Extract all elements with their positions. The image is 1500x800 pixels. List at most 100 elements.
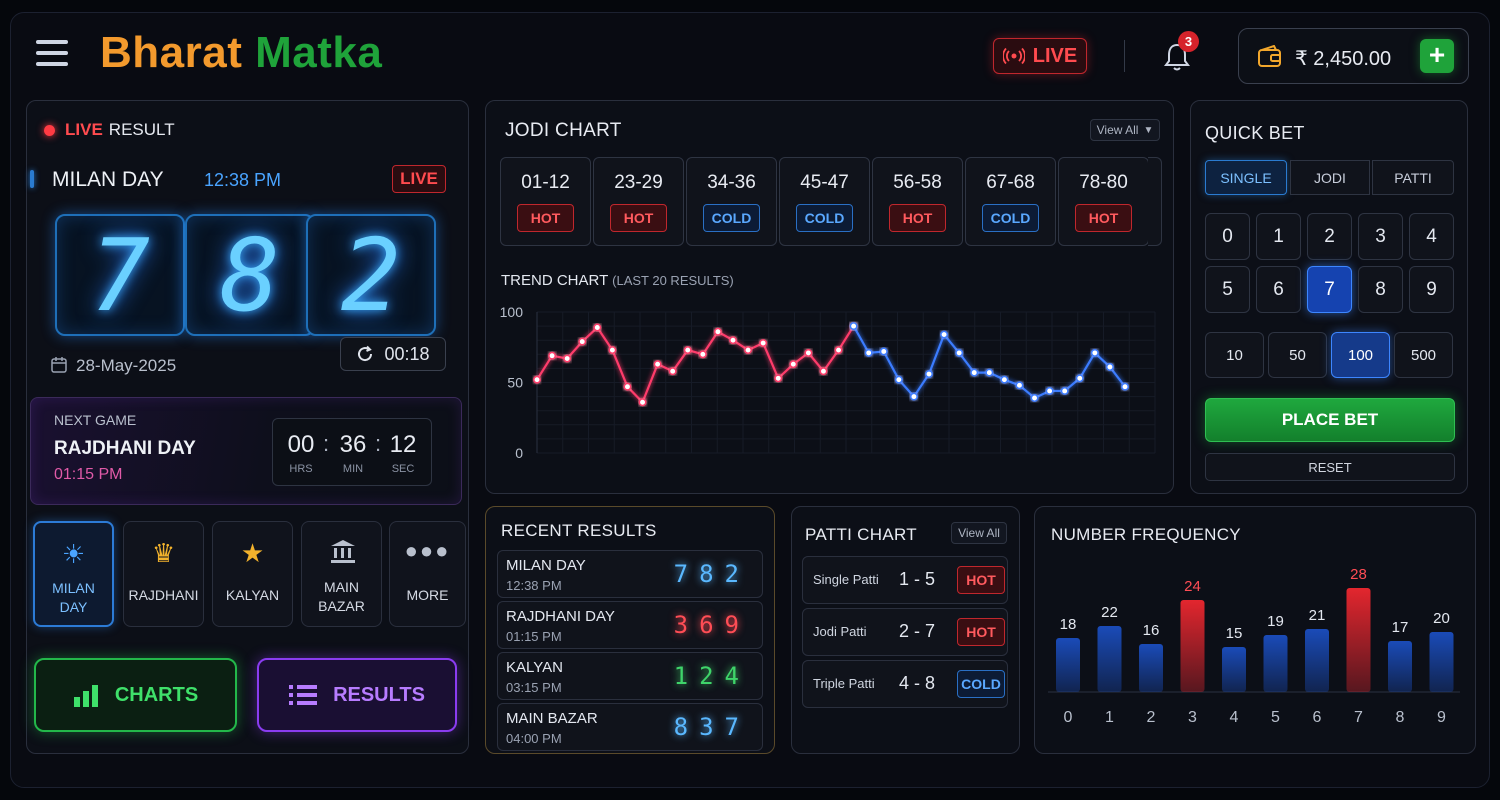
number-button[interactable]: 1 [1256, 213, 1301, 260]
trend-point [789, 360, 798, 369]
trend-series-line [852, 325, 1126, 400]
patti-row[interactable]: Single Patti 1 - 5 HOT [802, 556, 1008, 604]
result-row[interactable]: RAJDHANI DAY 01:15 PM 369 [497, 601, 763, 649]
trend-point [955, 348, 964, 357]
result-digits: 837 [673, 713, 750, 741]
frequency-bar [1180, 600, 1205, 692]
number-button[interactable]: 3 [1358, 213, 1403, 260]
logo-bharat: Bharat [100, 28, 243, 77]
market-tile-milan-day[interactable]: ☀ MILAN DAY [33, 521, 114, 627]
market-label: MORE [406, 587, 449, 603]
min-label: MIN [342, 463, 364, 475]
result-row[interactable]: MILAN DAY 12:38 PM 782 [497, 550, 763, 598]
bank-icon [331, 540, 355, 563]
patti-row[interactable]: Jodi Patti 2 - 7 HOT [802, 608, 1008, 656]
amount-button[interactable]: 100 [1331, 332, 1390, 378]
charts-button[interactable]: CHARTS [34, 658, 237, 732]
number-button[interactable]: 5 [1205, 266, 1250, 313]
patti-view-all-button[interactable]: View All [951, 522, 1007, 544]
number-button[interactable]: 8 [1358, 266, 1403, 313]
star-icon: ★ [240, 538, 265, 568]
status-tag: HOT [889, 204, 946, 232]
status-tag: HOT [957, 566, 1005, 594]
status-tag: HOT [517, 204, 574, 232]
jodi-cell[interactable]: 78-80 HOT [1058, 157, 1149, 246]
list-icon [289, 685, 318, 705]
status-tag: HOT [610, 204, 667, 232]
status-tag: COLD [703, 204, 760, 232]
number-button[interactable]: 6 [1256, 266, 1301, 313]
wallet-icon [1258, 45, 1281, 67]
live-button[interactable]: LIVE [993, 38, 1087, 74]
y-tick-label: 0 [515, 445, 523, 461]
frequency-chart: 18 0 22 1 16 2 24 3 15 4 19 5 21 6 28 7 17 8 20 9 [1048, 566, 1460, 726]
market-tile-main-bazar[interactable]: MAIN BAZAR [301, 521, 382, 627]
trend-point [1030, 394, 1039, 402]
tab-jodi[interactable]: JODI [1290, 160, 1370, 195]
jodi-cell[interactable]: 67-68 COLD [965, 157, 1056, 246]
tab-patti[interactable]: PATTI [1372, 160, 1454, 195]
frequency-bar [1429, 632, 1454, 692]
trend-point [638, 398, 647, 407]
jodi-cell[interactable]: 01-12 HOT [500, 157, 591, 246]
broadcast-icon [1002, 47, 1025, 65]
amount-button[interactable]: 500 [1394, 332, 1453, 378]
app-logo: Bharat Matka [100, 28, 382, 78]
jodi-cell[interactable]: 45-47 COLD [779, 157, 870, 246]
trend-point [1121, 382, 1129, 391]
jodi-view-all-button[interactable]: View All ▼ [1090, 119, 1160, 141]
status-tag: HOT [957, 618, 1005, 646]
live-label: LIVE [1032, 44, 1078, 67]
tab-single[interactable]: SINGLE [1205, 160, 1287, 195]
bar-value-label: 15 [1226, 625, 1243, 642]
trend-point [1105, 363, 1114, 371]
menu-icon[interactable] [36, 40, 68, 70]
number-button[interactable]: 9 [1409, 266, 1454, 313]
patti-row[interactable]: Triple Patti 4 - 8 COLD [802, 660, 1008, 708]
jodi-cell[interactable]: 34-36 COLD [686, 157, 777, 246]
bar-value-label: 21 [1309, 607, 1326, 624]
trend-point [744, 346, 753, 355]
jodi-cell[interactable]: 56-58 HOT [872, 157, 963, 246]
amount-button[interactable]: 50 [1268, 332, 1327, 378]
game-accent-bar [30, 170, 34, 188]
refresh-timer[interactable]: 00:18 [340, 337, 446, 371]
number-button[interactable]: 0 [1205, 213, 1250, 260]
jodi-cell[interactable]: 23-29 HOT [593, 157, 684, 246]
result-market-time: 04:00 PM [506, 731, 562, 746]
trend-point [578, 337, 587, 346]
market-tile-rajdhani[interactable]: ♛ RAJDHANI [123, 521, 204, 627]
result-market-time: 01:15 PM [506, 629, 562, 644]
market-tile-more[interactable]: ●●● MORE [389, 521, 466, 627]
x-tick-label: 7 [1354, 709, 1363, 726]
result-market-name: RAJDHANI DAY [506, 608, 615, 625]
result-row[interactable]: MAIN BAZAR 04:00 PM 837 [497, 703, 763, 751]
add-money-button[interactable]: + [1420, 39, 1454, 73]
patti-range: 2 - 7 [899, 621, 936, 641]
number-button[interactable]: 7 [1307, 266, 1352, 313]
frequency-bar [1305, 629, 1329, 692]
x-tick-label: 9 [1437, 709, 1446, 726]
chevron-down-icon: ▼ [1143, 124, 1154, 136]
market-tile-kalyan[interactable]: ★ KALYAN [212, 521, 293, 627]
trend-point [683, 346, 692, 355]
result-market-time: 03:15 PM [506, 680, 562, 695]
reset-button[interactable]: RESET [1205, 453, 1455, 481]
trend-point [1000, 375, 1009, 384]
bar-chart-icon [73, 685, 98, 707]
quick-bet-title: QUICK BET [1205, 123, 1305, 143]
amount-button[interactable]: 10 [1205, 332, 1264, 378]
number-button[interactable]: 4 [1409, 213, 1454, 260]
countdown-box: 00 : 36 : 12 HRS MIN SEC [272, 418, 432, 486]
wallet-box: ₹ 2,450.00 + [1238, 28, 1469, 84]
calendar-icon [51, 357, 67, 373]
number-button[interactable]: 2 [1307, 213, 1352, 260]
number-frequency-title: NUMBER FREQUENCY [1051, 525, 1241, 544]
trend-point [879, 347, 888, 356]
next-game-time: 01:15 PM [54, 466, 123, 483]
patti-type: Triple Patti [813, 676, 875, 691]
place-bet-button[interactable]: PLACE BET [1205, 398, 1455, 442]
trend-chart-title: TREND CHART (LAST 20 RESULTS) [501, 272, 734, 289]
results-button[interactable]: RESULTS [257, 658, 457, 732]
result-row[interactable]: KALYAN 03:15 PM 124 [497, 652, 763, 700]
